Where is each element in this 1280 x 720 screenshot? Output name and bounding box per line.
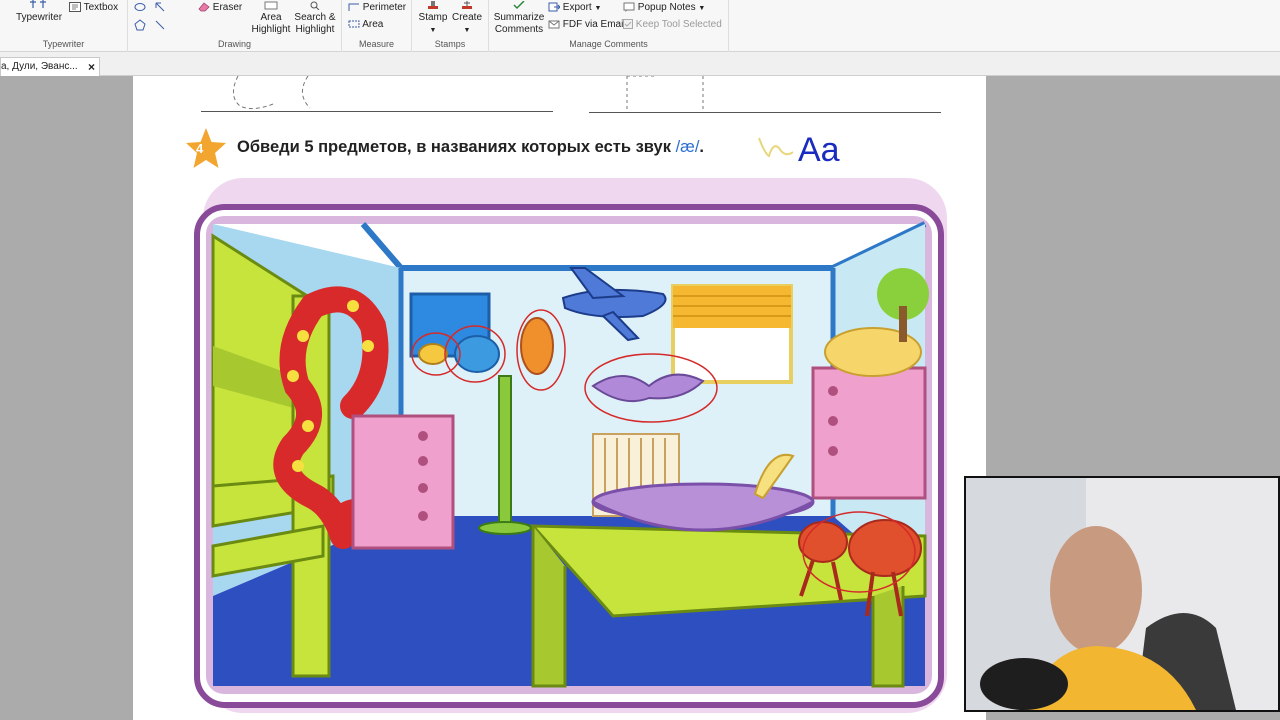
drawing-group-label: Drawing bbox=[217, 39, 251, 49]
search-icon bbox=[310, 1, 320, 10]
polygon-icon[interactable] bbox=[134, 19, 146, 31]
dotted-letter-c bbox=[233, 76, 311, 110]
search-highlight-label-2: Highlight bbox=[295, 24, 335, 35]
area-label: Area bbox=[362, 19, 384, 30]
area-highlight-label-1: Area bbox=[260, 12, 282, 23]
export-label: Export bbox=[562, 2, 592, 13]
document-tab-bar: а, Дули, Эванс... × bbox=[0, 52, 1280, 76]
ribbon-toolbar: Typewriter Textbox Typewriter Eraser Are… bbox=[0, 0, 1280, 52]
oval-icon[interactable] bbox=[134, 2, 146, 12]
typewriter-icon bbox=[30, 0, 46, 9]
room-scene bbox=[211, 221, 929, 688]
popup-notes-button[interactable]: Popup Notes ▼ bbox=[623, 2, 705, 15]
summarize-label-2: Comments bbox=[494, 24, 544, 35]
task-star-icon bbox=[186, 128, 226, 168]
webcam-overlay bbox=[964, 476, 1280, 712]
document-tab[interactable]: а, Дули, Эванс... × bbox=[0, 57, 100, 76]
arrow-icon[interactable] bbox=[154, 2, 166, 12]
create-dropdown-icon[interactable]: ▼ bbox=[464, 27, 471, 34]
measure-group: Perimeter Area Measure bbox=[342, 0, 412, 52]
textbox-button[interactable]: Textbox bbox=[69, 2, 118, 14]
typewriter-group: Typewriter Textbox Typewriter bbox=[0, 0, 128, 52]
export-dropdown-icon[interactable]: ▼ bbox=[594, 5, 601, 12]
stamp-icon bbox=[428, 0, 438, 9]
summarize-label-1: Summarize bbox=[493, 12, 545, 23]
line-icon[interactable] bbox=[154, 19, 166, 31]
keep-tool-selected-label: Keep Tool Selected bbox=[635, 19, 722, 30]
pen-squiggle-icon bbox=[758, 137, 794, 158]
document-tab-title: а, Дули, Эванс... bbox=[1, 61, 78, 72]
task-instruction-text: Обведи 5 предметов, в названиях которых … bbox=[237, 138, 671, 156]
stamp-dropdown-icon[interactable]: ▼ bbox=[430, 27, 437, 34]
perimeter-icon bbox=[348, 3, 359, 12]
perimeter-button[interactable]: Perimeter bbox=[348, 2, 406, 14]
stamps-group-label: Stamps bbox=[434, 39, 466, 49]
manage-comments-group: Summarize Comments Export ▼ FDF via Emai… bbox=[489, 0, 729, 52]
document-page: 4 Обведи 5 предметов, в названиях которы… bbox=[133, 76, 986, 720]
document-viewer[interactable]: 4 Обведи 5 предметов, в названиях которы… bbox=[0, 76, 1280, 720]
app-window: { "ribbon": { "groups": { "typewriter": … bbox=[0, 0, 1280, 720]
create-button[interactable]: Create ▼ bbox=[450, 0, 484, 37]
checkbox-icon bbox=[623, 19, 633, 30]
perimeter-label: Perimeter bbox=[362, 2, 407, 13]
area-button[interactable]: Area bbox=[348, 19, 383, 31]
popup-notes-dropdown-icon[interactable]: ▼ bbox=[698, 5, 705, 12]
eraser-icon bbox=[198, 2, 210, 12]
textbox-icon bbox=[69, 2, 81, 13]
search-highlight-label-1: Search & bbox=[294, 12, 336, 23]
writing-line-right bbox=[589, 112, 941, 113]
area-icon bbox=[348, 20, 360, 28]
area-highlight-icon bbox=[264, 1, 278, 10]
phoneme-label: /æ/ bbox=[675, 138, 700, 156]
typewriter-group-label: Typewriter bbox=[42, 39, 85, 49]
typewriter-label: Typewriter bbox=[15, 12, 63, 23]
annotation-text[interactable]: Aa bbox=[798, 131, 840, 170]
create-label: Create bbox=[451, 12, 482, 23]
eraser-label: Eraser bbox=[212, 2, 243, 13]
fdf-via-email-label: FDF via Email bbox=[562, 19, 626, 30]
task-number: 4 bbox=[196, 141, 204, 156]
area-highlight-label-2: Highlight bbox=[251, 24, 291, 35]
webcam-video bbox=[966, 478, 1278, 710]
checkmark-icon bbox=[513, 0, 525, 9]
email-icon bbox=[548, 20, 560, 29]
measure-group-label: Measure bbox=[358, 39, 394, 49]
stamps-group: Stamp ▼ Create ▼ Stamps bbox=[412, 0, 489, 52]
task-instruction: Обведи 5 предметов, в названиях которых … bbox=[237, 138, 704, 157]
popup-notes-label: Popup Notes bbox=[637, 2, 696, 13]
export-button[interactable]: Export ▼ bbox=[548, 2, 601, 15]
textbox-label: Textbox bbox=[83, 2, 119, 13]
typewriter-button[interactable]: Typewriter bbox=[14, 0, 64, 24]
area-highlight-button[interactable]: Area Highlight bbox=[250, 0, 292, 36]
eraser-button[interactable]: Eraser bbox=[198, 2, 242, 14]
room-illustration bbox=[194, 178, 947, 713]
drawing-group: Eraser Area Highlight Search & Highlight… bbox=[128, 0, 342, 52]
summarize-comments-button[interactable]: Summarize Comments bbox=[493, 0, 545, 36]
keep-tool-selected-checkbox[interactable]: Keep Tool Selected bbox=[623, 19, 722, 31]
manage-comments-group-label: Manage Comments bbox=[569, 39, 648, 49]
fdf-via-email-button[interactable]: FDF via Email bbox=[548, 19, 626, 31]
create-stamp-icon bbox=[462, 0, 472, 9]
task-period: . bbox=[699, 138, 705, 156]
popup-notes-icon bbox=[623, 2, 635, 13]
close-tab-icon[interactable]: × bbox=[88, 60, 95, 74]
stamp-button[interactable]: Stamp ▼ bbox=[416, 0, 450, 37]
dotted-letter-e bbox=[626, 76, 704, 110]
search-highlight-button[interactable]: Search & Highlight bbox=[292, 0, 338, 36]
export-icon bbox=[548, 2, 560, 12]
stamp-label: Stamp bbox=[418, 12, 448, 23]
